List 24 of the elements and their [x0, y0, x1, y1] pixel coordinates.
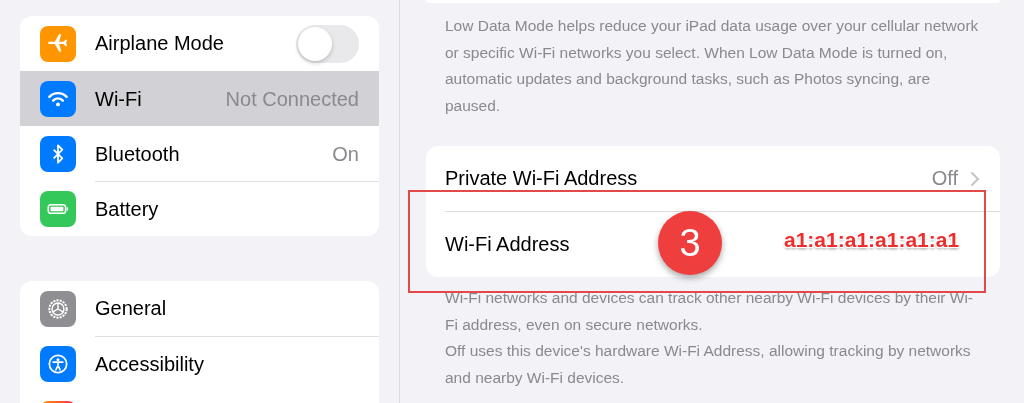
airplane-toggle[interactable] [296, 24, 359, 63]
footer-text: Low Data Mode helps reduce your iPad data usage over your cellular network or specific Wi-Fi networks you select. When Low Data Mode is turned on, automatic updates and background tasks, such as Photos syncing, are paused. [444, 16, 980, 116]
row-label: Private Wi-Fi Address [445, 167, 638, 190]
sidebar-item[interactable]: Airplane Mode [20, 16, 379, 71]
address-annotation: a1:a1:a1:a1:a1:a1 [784, 228, 960, 252]
wifi-icon [40, 80, 76, 117]
bluetooth-icon [40, 135, 76, 172]
sidebar-item[interactable]: Wi-Fi Not Connected [20, 71, 379, 126]
row-value: Not Connected [225, 87, 359, 111]
gear-icon [40, 290, 76, 327]
private-address-row[interactable]: Private Wi-Fi Address Off [445, 146, 1000, 211]
sidebar-item[interactable]: Battery [20, 181, 379, 236]
battery-icon [40, 190, 76, 227]
sidebar-item[interactable]: Bluetooth On [20, 126, 379, 181]
airplane-icon [40, 25, 76, 62]
footer-text: Off uses this device's hardware Wi-Fi Address, allowing tracking by networks and nearby Wi-Fi devices. [445, 341, 972, 388]
footer-text: Wi-Fi networks and devices can track other nearby Wi-Fi devices by their Wi-Fi address, even on secure networks. [445, 288, 975, 335]
row-value: Off [931, 167, 958, 190]
accessibility-icon [40, 345, 76, 382]
row-value: On [332, 142, 359, 166]
sidebar-item[interactable]: General [20, 281, 379, 336]
chevron-icon [970, 170, 980, 187]
sidebar-item[interactable]: Accessibility [20, 336, 379, 391]
row-label: Wi-Fi Address [445, 233, 570, 256]
